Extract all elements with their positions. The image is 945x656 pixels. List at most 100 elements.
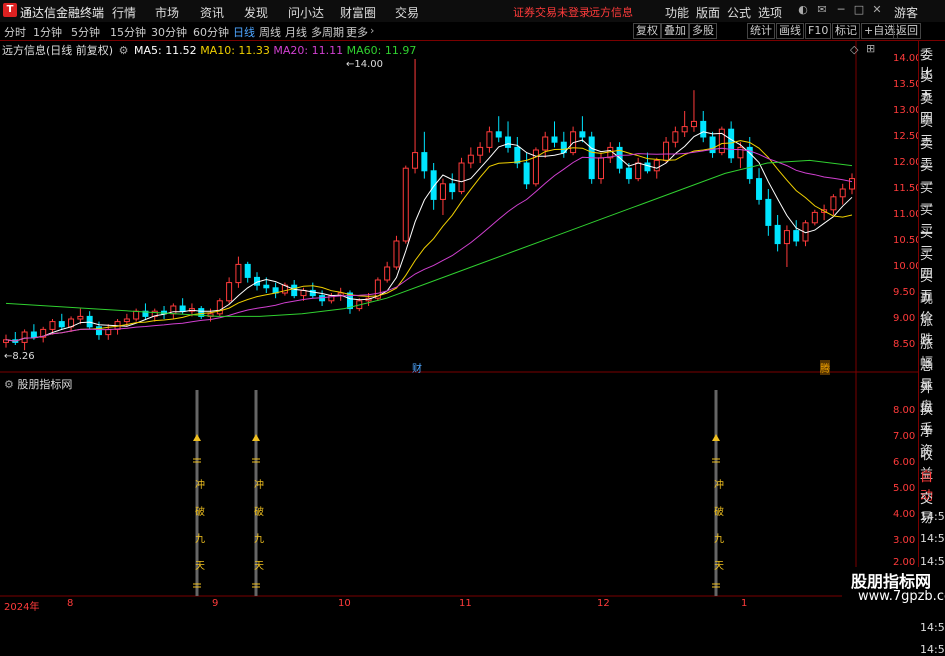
period-15min[interactable]: 15分钟 bbox=[110, 24, 146, 40]
menu-wenxiaoda[interactable]: 问小达 bbox=[288, 4, 324, 21]
candle-body bbox=[625, 167, 632, 180]
candle-body bbox=[542, 136, 549, 151]
f10-button[interactable]: F10 bbox=[805, 23, 832, 39]
indicator-pane-title: ⚙ 股朋指标网 bbox=[4, 376, 72, 392]
period-monthly[interactable]: 月线 bbox=[285, 24, 307, 40]
date-tick: 9 bbox=[212, 598, 219, 609]
diamond-icon[interactable]: ◇ bbox=[850, 43, 858, 56]
menu-zixun[interactable]: 资讯 bbox=[200, 4, 224, 21]
rename-marker[interactable]: 腾 bbox=[820, 360, 830, 375]
candle-body bbox=[849, 178, 855, 190]
candle-body bbox=[653, 159, 660, 172]
mark-button[interactable]: 标记 bbox=[832, 23, 860, 39]
quote-panel-item[interactable]: 14:56 bbox=[920, 532, 945, 545]
menu-shichang[interactable]: 市场 bbox=[155, 4, 179, 21]
date-tick: 11 bbox=[459, 598, 472, 609]
overlay-button[interactable]: 叠加 bbox=[661, 23, 689, 39]
low-price-label: ←8.26 bbox=[4, 351, 35, 362]
signal-char: 破 bbox=[714, 507, 724, 518]
candle-body bbox=[384, 266, 391, 281]
stock-name-link[interactable]: 远方信息 bbox=[589, 4, 633, 20]
candle-body bbox=[309, 289, 316, 297]
draw-line-button[interactable]: 画线 bbox=[776, 23, 804, 39]
indicator-settings-icon[interactable]: ⚙ bbox=[4, 378, 14, 391]
minimize-icon[interactable]: ─ bbox=[834, 3, 848, 17]
candle-body bbox=[690, 120, 697, 128]
menu-caifuquan[interactable]: 财富圈 bbox=[340, 4, 376, 21]
maximize-icon[interactable]: □ bbox=[852, 3, 866, 17]
candle-body bbox=[486, 131, 493, 148]
date-tick: 2024年 bbox=[4, 602, 40, 613]
signal-triangle-icon bbox=[712, 434, 720, 441]
price-tick: 9.50 bbox=[893, 287, 916, 298]
quote-panel-item[interactable]: 14:56 bbox=[920, 643, 945, 656]
period-multi[interactable]: 多周期 bbox=[311, 24, 344, 40]
ma10-value: 11.33 bbox=[238, 44, 270, 57]
period-fenshi[interactable]: 分时 bbox=[4, 24, 26, 40]
candle-body bbox=[765, 198, 772, 226]
candle-body bbox=[783, 230, 790, 245]
quote-panel-item[interactable]: 14:56 bbox=[920, 621, 945, 634]
ma5-value: 11.52 bbox=[165, 44, 197, 57]
guest-label[interactable]: 游客 bbox=[894, 4, 918, 21]
candle-body bbox=[244, 263, 251, 278]
quote-panel-item[interactable]: 14:56 bbox=[920, 510, 945, 523]
period-daily[interactable]: 日线 bbox=[233, 24, 255, 40]
menu-jiaoyi[interactable]: 交易 bbox=[395, 4, 419, 21]
candle-body bbox=[737, 146, 744, 159]
signal-char: 天 bbox=[714, 561, 724, 572]
app-title: 通达信金融终端 bbox=[20, 6, 105, 20]
skin-icon[interactable]: ◐ bbox=[796, 3, 810, 17]
period-30min[interactable]: 30分钟 bbox=[151, 24, 187, 40]
signal-char: 破 bbox=[254, 507, 264, 518]
more-chevron-icon[interactable]: › bbox=[370, 24, 374, 37]
price-tick: 8.50 bbox=[893, 339, 916, 350]
candle-body bbox=[700, 120, 707, 138]
app-logo: T bbox=[3, 3, 17, 17]
menu-banmian[interactable]: 版面 bbox=[696, 4, 720, 21]
date-tick: 10 bbox=[338, 598, 351, 609]
menu-xuanxiang[interactable]: 选项 bbox=[758, 4, 782, 21]
signal-column-3: 冲 破 九 天 bbox=[714, 476, 724, 572]
candle-body bbox=[412, 152, 419, 169]
stats-button[interactable]: 统计 bbox=[747, 23, 775, 39]
candle-body bbox=[477, 146, 484, 156]
menu-hangqing[interactable]: 行情 bbox=[112, 4, 136, 21]
close-icon[interactable]: ✕ bbox=[870, 3, 884, 17]
multi-stock-button[interactable]: 多股 bbox=[689, 23, 717, 39]
candle-body bbox=[523, 162, 530, 185]
period-more[interactable]: 更多 bbox=[346, 24, 368, 40]
restore-rights-button[interactable]: 复权 bbox=[633, 23, 661, 39]
back-button[interactable]: 返回 bbox=[893, 23, 921, 39]
candle-body bbox=[430, 170, 437, 200]
signal-char: 九 bbox=[195, 534, 205, 545]
signal-triangle-icon bbox=[252, 434, 260, 441]
menu-gongshi[interactable]: 公式 bbox=[727, 4, 751, 21]
settings-icon[interactable]: ⚙ bbox=[119, 44, 129, 57]
period-weekly[interactable]: 周线 bbox=[259, 24, 281, 40]
period-1min[interactable]: 1分钟 bbox=[33, 24, 62, 40]
candle-body bbox=[216, 300, 223, 315]
menu-faxian[interactable]: 发现 bbox=[244, 4, 268, 21]
ma5-line bbox=[5, 131, 853, 342]
candle-body bbox=[291, 284, 298, 297]
high-price-label: ←14.00 bbox=[346, 59, 384, 70]
message-icon[interactable]: ✉ bbox=[815, 3, 829, 17]
ma20-value: 11.11 bbox=[311, 44, 344, 57]
menu-gongneng[interactable]: 功能 bbox=[665, 4, 689, 21]
kline-chart[interactable] bbox=[0, 41, 918, 609]
period-5min[interactable]: 5分钟 bbox=[71, 24, 100, 40]
signal-triangle-icon bbox=[193, 434, 201, 441]
login-warning[interactable]: 证券交易未登录 bbox=[513, 4, 590, 20]
price-tick: 9.00 bbox=[893, 313, 916, 324]
finance-marker[interactable]: 财 bbox=[412, 360, 422, 375]
candle-body bbox=[467, 154, 474, 164]
signal-char: 冲 bbox=[195, 480, 205, 491]
candle-body bbox=[672, 131, 679, 143]
stock-label: 远方信息(日线 前复权) bbox=[2, 44, 114, 57]
candle-body bbox=[793, 230, 800, 242]
candle-body bbox=[226, 282, 233, 302]
quote-panel-item[interactable]: 14:56 bbox=[920, 555, 945, 568]
expand-icon[interactable]: ⊞ bbox=[866, 42, 875, 55]
period-60min[interactable]: 60分钟 bbox=[193, 24, 229, 40]
